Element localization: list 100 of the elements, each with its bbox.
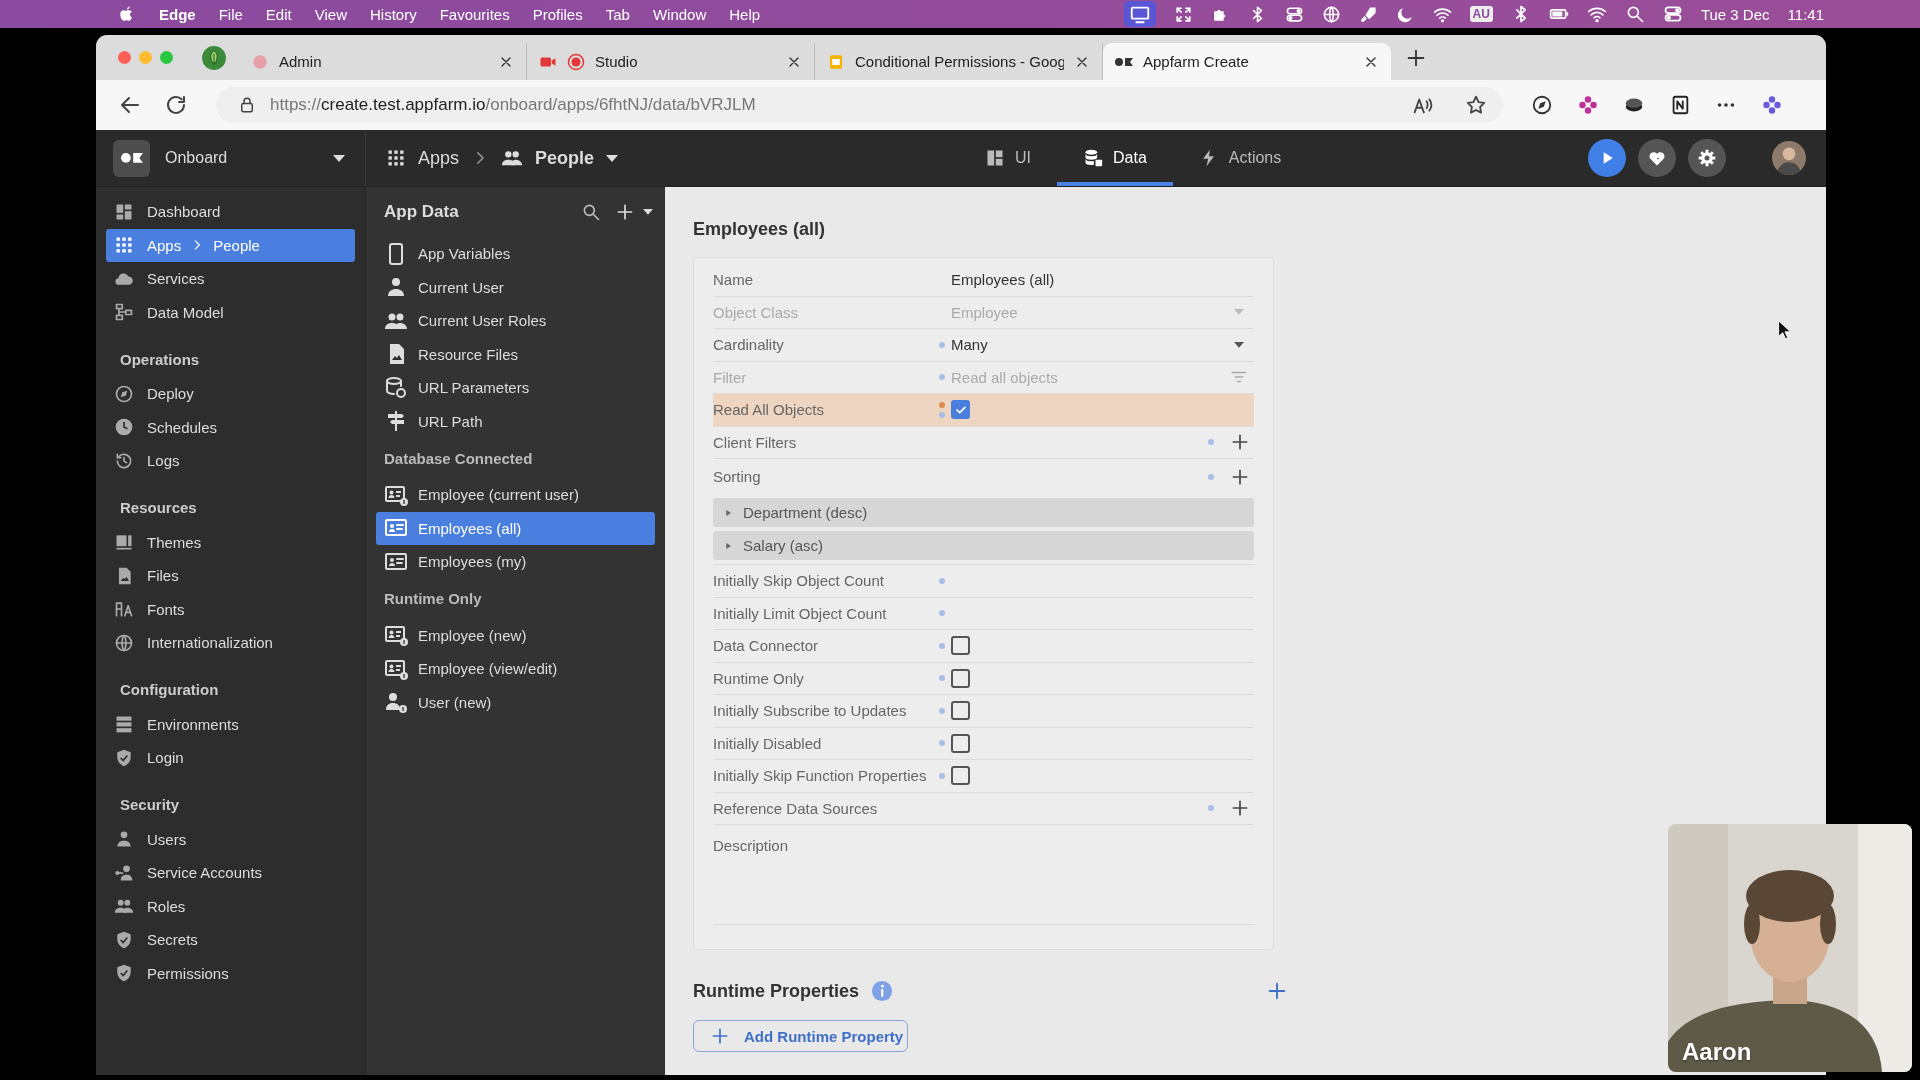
menubar-date[interactable]: Tue 3 Dec bbox=[1700, 5, 1770, 23]
menu-item[interactable]: History bbox=[369, 5, 417, 23]
menu-item[interactable]: Edit bbox=[265, 5, 292, 23]
data-source-item[interactable]: App Variables bbox=[376, 237, 655, 271]
settings-icon bbox=[1697, 148, 1717, 168]
sidebar-item[interactable]: Files bbox=[106, 559, 355, 593]
menu-item[interactable]: Tab bbox=[605, 5, 630, 23]
property-label: Initially Disabled bbox=[713, 734, 823, 752]
plus-icon bbox=[710, 1026, 730, 1046]
select-field[interactable]: Many bbox=[951, 336, 1254, 354]
data-source-item[interactable]: URL Parameters bbox=[376, 371, 655, 405]
sort-item[interactable]: Department (desc) bbox=[713, 498, 1254, 527]
sidebar-item[interactable]: Schedules bbox=[106, 410, 355, 444]
property-label: Initially Skip Function Properties bbox=[713, 767, 928, 785]
breadcrumb-link[interactable]: Apps bbox=[418, 147, 460, 169]
property-label: Cardinality bbox=[713, 336, 785, 354]
sidebar-item[interactable]: Internationalization bbox=[106, 626, 355, 660]
caret-icon[interactable] bbox=[643, 209, 653, 215]
menu-item[interactable]: Help bbox=[729, 5, 761, 23]
avatar-icon[interactable] bbox=[1772, 141, 1806, 175]
checkbox[interactable] bbox=[951, 668, 970, 688]
data-source-item[interactable]: Resource Files bbox=[376, 337, 655, 371]
menu-item[interactable]: File bbox=[218, 5, 243, 23]
shield-icon bbox=[114, 963, 134, 984]
star-icon[interactable] bbox=[1465, 94, 1487, 116]
profile-icon[interactable] bbox=[201, 44, 227, 71]
record-icon bbox=[567, 52, 585, 71]
flower-icon[interactable] bbox=[1577, 94, 1599, 116]
checkbox[interactable] bbox=[951, 636, 970, 656]
sidebar-item[interactable]: Fonts bbox=[106, 592, 355, 626]
app-menu[interactable]: Edge bbox=[159, 5, 196, 23]
workspace-name[interactable]: Onboard bbox=[165, 149, 228, 167]
reload-icon[interactable] bbox=[164, 93, 188, 117]
browser-tab[interactable]: Appfarm Create bbox=[1103, 43, 1391, 80]
globe-icon bbox=[114, 632, 134, 653]
copilot-icon[interactable] bbox=[1761, 94, 1783, 116]
add-icon[interactable] bbox=[615, 202, 635, 222]
checkbox[interactable] bbox=[951, 701, 970, 721]
shield-icon bbox=[114, 929, 134, 950]
checkbox[interactable] bbox=[951, 400, 970, 420]
section-heading: Runtime Only bbox=[383, 589, 483, 609]
sidebar-item[interactable]: Deploy bbox=[106, 377, 355, 411]
data-source-item[interactable]: Employees (my) bbox=[376, 545, 655, 579]
database-icon bbox=[384, 375, 408, 400]
caret-icon bbox=[1234, 341, 1244, 348]
data-source-item[interactable]: Current User Roles bbox=[376, 304, 655, 338]
menu-item[interactable]: Favourites bbox=[439, 5, 510, 23]
sidebar-item[interactable]: Data Model bbox=[106, 295, 355, 329]
expand-icon bbox=[723, 540, 733, 551]
breadcrumb-current[interactable]: People bbox=[535, 147, 595, 169]
data-source-item[interactable]: URL Path bbox=[376, 404, 655, 438]
address-bar[interactable]: https://create.test.appfarm.io/onboard/apps/6fhtNJ/data/bVRJLM bbox=[216, 87, 1503, 123]
data-source-item[interactable]: Current User bbox=[376, 270, 655, 304]
mode-tab[interactable]: Actions bbox=[1172, 130, 1308, 186]
sidebar-item[interactable]: Roles bbox=[106, 889, 355, 923]
compass-icon[interactable] bbox=[1531, 94, 1553, 116]
checkbox[interactable] bbox=[951, 733, 970, 753]
control-center-icon[interactable] bbox=[1662, 4, 1683, 24]
sidebar-item[interactable]: Logs bbox=[106, 444, 355, 478]
data-source-item[interactable]: User (new) bbox=[376, 685, 655, 719]
sidebar-item[interactable]: Login bbox=[106, 741, 355, 775]
sidebar-item[interactable]: Dashboard bbox=[106, 195, 355, 229]
add-runtime-property-button[interactable]: Add Runtime Property bbox=[693, 1020, 908, 1052]
add-icon[interactable] bbox=[1266, 980, 1288, 1002]
data-source-item[interactable]: Employee (new) bbox=[376, 618, 655, 652]
data-source-item[interactable]: Employee (current user) bbox=[376, 478, 655, 512]
clock-icon bbox=[114, 417, 134, 438]
search-icon[interactable] bbox=[581, 202, 601, 222]
app-logo[interactable] bbox=[113, 139, 150, 177]
menu-item[interactable]: Profiles bbox=[532, 5, 583, 23]
sidebar-item[interactable]: Secrets bbox=[106, 923, 355, 957]
caret-icon[interactable] bbox=[333, 154, 345, 162]
globe-icon[interactable] bbox=[1321, 4, 1341, 24]
sidebar-item[interactable]: Themes bbox=[106, 525, 355, 559]
section-title: Runtime Properties bbox=[693, 980, 860, 1002]
health-button[interactable] bbox=[1638, 139, 1676, 177]
sidebar-item[interactable]: Permissions bbox=[106, 956, 355, 990]
settings-button[interactable] bbox=[1688, 139, 1726, 177]
arrows-icon[interactable] bbox=[1173, 4, 1193, 24]
grid-icon bbox=[114, 235, 134, 256]
menubar-time[interactable]: 11:41 bbox=[1787, 5, 1824, 23]
sidebar-item[interactable]: Users bbox=[106, 822, 355, 856]
data-source-item[interactable]: Employees (all) bbox=[376, 511, 655, 545]
document-icon bbox=[827, 52, 845, 71]
expand-icon bbox=[723, 507, 733, 518]
menu-item[interactable]: View bbox=[314, 5, 347, 23]
checkbox[interactable] bbox=[951, 766, 970, 786]
sidebar-item[interactable]: Environments bbox=[106, 707, 355, 741]
run-button[interactable] bbox=[1588, 139, 1626, 177]
section-heading: Resources bbox=[119, 498, 198, 518]
sidebar-item[interactable]: Services bbox=[106, 262, 355, 296]
sort-item[interactable]: Salary (asc) bbox=[713, 531, 1254, 560]
toggles-icon[interactable] bbox=[1284, 4, 1304, 24]
mode-tab[interactable]: UI bbox=[959, 130, 1057, 186]
sidebar-item[interactable]: Service Accounts bbox=[106, 856, 355, 890]
data-source-item[interactable]: Employee (view/edit) bbox=[376, 652, 655, 686]
menu-item[interactable]: Window bbox=[652, 5, 707, 23]
caret-icon[interactable] bbox=[606, 154, 619, 162]
keyboard-badge[interactable]: AU bbox=[1469, 6, 1493, 22]
sidebar-item[interactable]: Apps People bbox=[106, 228, 355, 262]
